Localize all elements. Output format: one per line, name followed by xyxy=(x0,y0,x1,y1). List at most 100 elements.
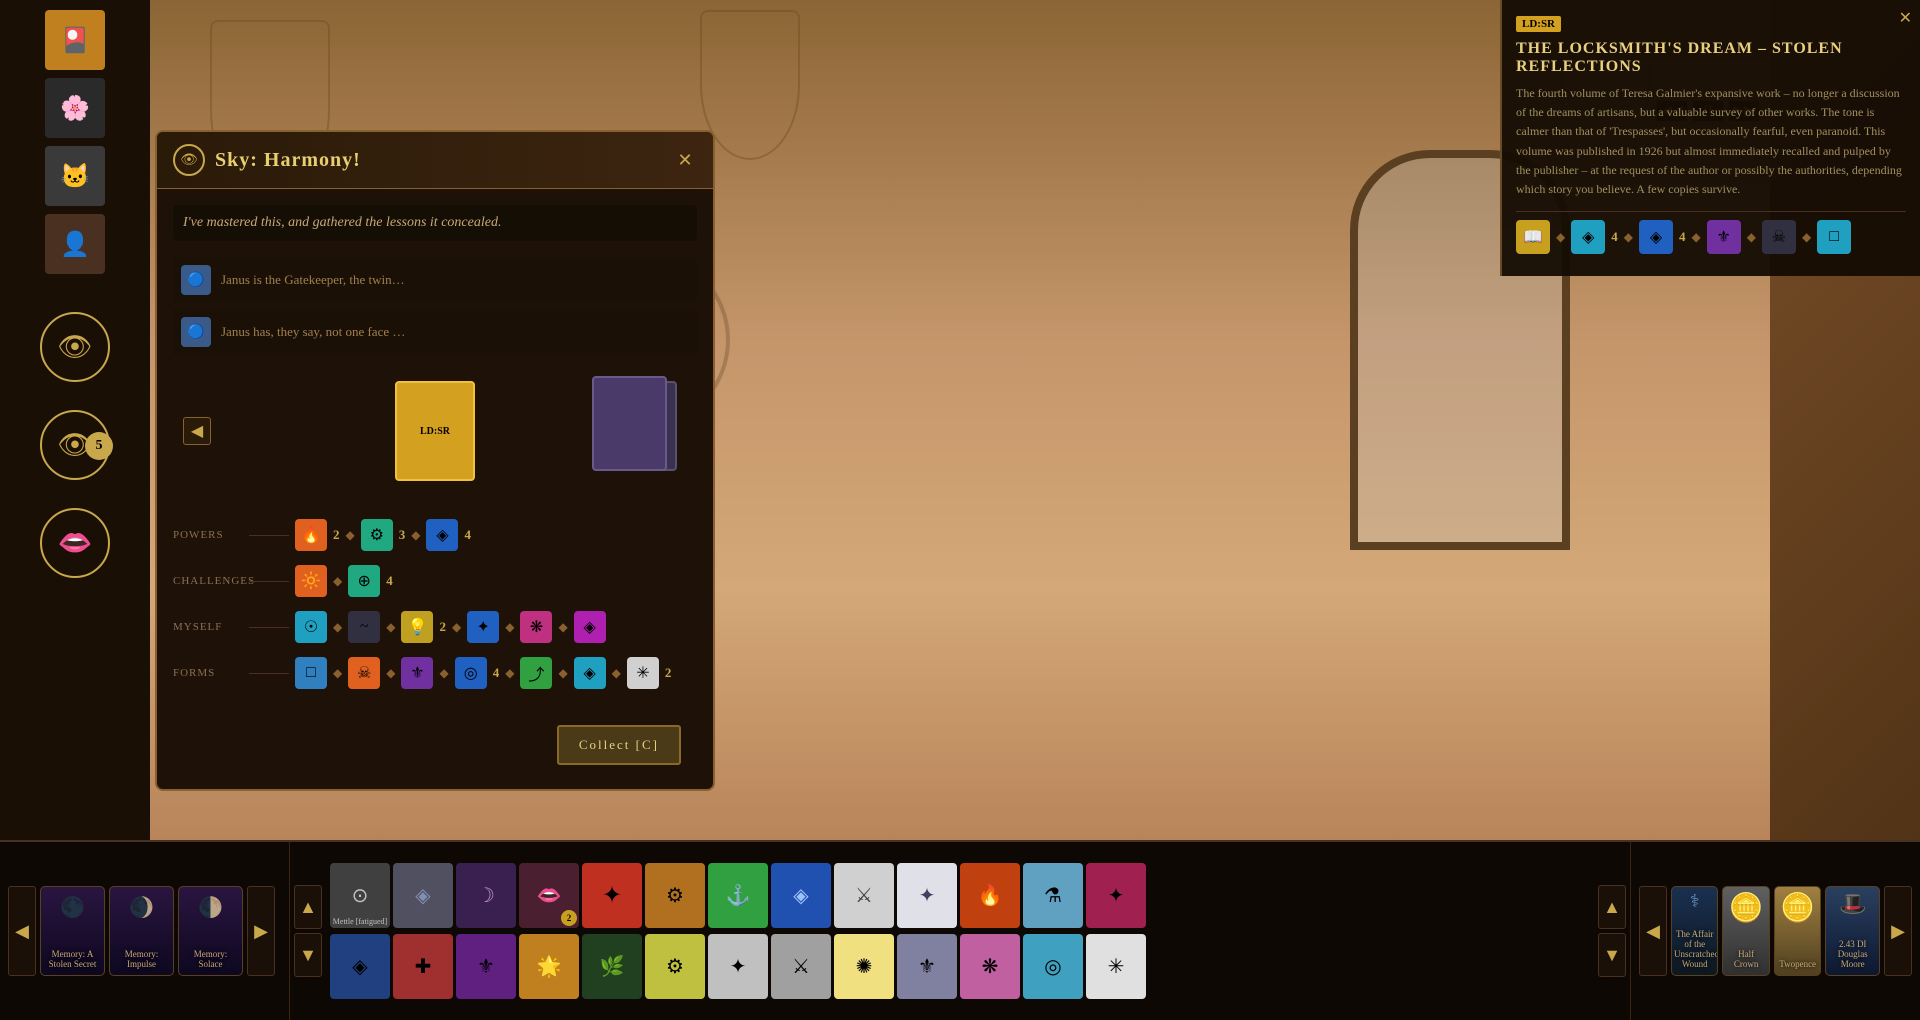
forms-icon-3: ⚜ xyxy=(401,657,433,689)
lesson-icon-1: 🔵 xyxy=(181,265,211,295)
challenges-icon-2: ⊕ xyxy=(348,565,380,597)
lockworks-icon[interactable]: ⚙ xyxy=(645,863,705,928)
purifications-icon[interactable]: ✦ xyxy=(897,863,957,928)
memory-card-1[interactable]: 🌑 Memory: A Stolen Secret xyxy=(40,886,105,976)
forms-num-1: 4 xyxy=(493,665,500,681)
scroll-up-btn-r[interactable]: ▲ xyxy=(1598,885,1626,929)
info-panel-label: LD:SR xyxy=(1516,16,1561,32)
bottom-icon-11[interactable]: ❋ xyxy=(960,934,1020,999)
myself-label: Myself xyxy=(173,621,243,633)
pyroglyphics-icon[interactable]: 🔥 xyxy=(960,863,1020,928)
bottom-icon-3[interactable]: ⚜ xyxy=(456,934,516,999)
bottom-icon-10[interactable]: ⚜ xyxy=(897,934,957,999)
bottom-right-nav-left[interactable]: ▶ xyxy=(247,886,275,976)
bottom-icon-13[interactable]: ✳ xyxy=(1086,934,1146,999)
myself-divider xyxy=(249,627,289,628)
badge-count: 5 xyxy=(85,432,113,460)
sharps-icon[interactable]: ⚔ xyxy=(834,863,894,928)
glassblowing-icon[interactable]: ⚗ xyxy=(1023,863,1083,928)
shapt-icon[interactable]: 👄 2 xyxy=(519,863,579,928)
dialog-close-btn[interactable]: ✕ xyxy=(673,148,697,172)
tridesma-icon[interactable]: ✦ xyxy=(582,863,642,928)
scroll-up-btn[interactable]: ▲ xyxy=(294,885,322,929)
powers-num-1: 2 xyxy=(333,527,340,543)
challenges-divider xyxy=(249,581,289,582)
info-panel-close[interactable]: ✕ xyxy=(1899,8,1912,28)
bottom-icon-2[interactable]: ✚ xyxy=(393,934,453,999)
bottom-left-nav[interactable]: ◀ xyxy=(8,886,36,976)
book-card-back xyxy=(592,376,667,471)
memory-label-1: Memory: A Stolen Secret xyxy=(41,947,104,971)
bottom-bar: ◀ 🌑 Memory: A Stolen Secret 🌒 Memory: Im… xyxy=(0,840,1920,1020)
scroll-down-btn-r[interactable]: ▼ xyxy=(1598,933,1626,977)
pentiments-icon[interactable]: ✦ xyxy=(1086,863,1146,928)
forms-icon-1: □ xyxy=(295,657,327,689)
book-card-label: LD:SR xyxy=(420,426,450,437)
info-panel-text: The fourth volume of Teresa Galmier's ex… xyxy=(1516,84,1906,199)
dialog-eye-icon: 👁 xyxy=(173,144,205,176)
right-card-2[interactable]: 🪙 Half Crown xyxy=(1722,886,1769,976)
myself-icon-1: ☉ xyxy=(295,611,327,643)
collect-button[interactable]: Collect [C] xyxy=(557,725,681,765)
forms-label: Forms xyxy=(173,667,243,679)
sidebar-card-3[interactable]: 🐱 xyxy=(45,146,105,206)
info-panel-title: The Locksmith's Dream – Stolen Reflectio… xyxy=(1516,40,1906,76)
right-card-3[interactable]: 🪙 Twopence xyxy=(1774,886,1821,976)
info-icon-4: ⚜ xyxy=(1707,220,1741,254)
info-icon-5: ☠ xyxy=(1762,220,1796,254)
bottom-icon-5[interactable]: 🌿 xyxy=(582,934,642,999)
powers-icon-2: ⚙ xyxy=(361,519,393,551)
powers-divider xyxy=(249,535,289,536)
bottom-icon-8[interactable]: ⚔ xyxy=(771,934,831,999)
sidebar-card-4[interactable]: 👤 xyxy=(45,214,105,274)
ouranoscopy-icon[interactable]: ◈ xyxy=(771,863,831,928)
challenges-label: Challenges xyxy=(173,575,243,587)
dialog-lesson-1: 🔵 Janus is the Gatekeeper, the twin… xyxy=(173,257,697,303)
bottom-icon-12[interactable]: ◎ xyxy=(1023,934,1083,999)
info-num-1: 4 xyxy=(1611,229,1618,245)
bottom-icon-7[interactable]: ✦ xyxy=(708,934,768,999)
eye-button[interactable]: 👁 xyxy=(40,312,110,382)
info-icon-3: ◈ xyxy=(1639,220,1673,254)
info-icon-1: 📖 xyxy=(1516,220,1550,254)
memory-card-3[interactable]: 🌓 Memory: Solace xyxy=(178,886,243,976)
right-card-4[interactable]: 🎩 2.43 DI Douglas Moore xyxy=(1825,886,1880,976)
book-card[interactable]: LD:SR xyxy=(395,381,475,481)
mettle-label: Mettle [fatigued] xyxy=(333,917,387,926)
dialog-body: I've mastered this, and gathered the les… xyxy=(157,189,713,517)
lesson-icon-2: 🔵 xyxy=(181,317,211,347)
info-num-2: 4 xyxy=(1679,229,1686,245)
left-sidebar: 🎴 🌸 🐱 👤 👁 5 👁 👄 xyxy=(0,0,150,840)
prev-card-btn[interactable]: ◀ xyxy=(183,417,211,445)
ereb-icon[interactable]: ☽ xyxy=(456,863,516,928)
memory-label-2: Memory: Impulse xyxy=(110,947,173,971)
henavek-icon[interactable]: ⚓ xyxy=(708,863,768,928)
info-icons-row: 📖 ◆ ◈ 4 ◆ ◈ 4 ◆ ⚜ ◆ ☠ ◆ □ xyxy=(1516,211,1906,262)
bottom-icon-9[interactable]: ✺ xyxy=(834,934,894,999)
bottom-right-nav-2[interactable]: ◀ xyxy=(1639,886,1667,976)
bottom-icon-6[interactable]: ⚙ xyxy=(645,934,705,999)
right-center-nav: ▲ ▼ xyxy=(1594,885,1630,977)
challenges-row: Challenges 🔆 ◆ ⊕ 4 xyxy=(173,563,697,599)
sidebar-card-2[interactable]: 🌸 xyxy=(45,78,105,138)
wist-icon[interactable]: ◈ xyxy=(393,863,453,928)
bottom-right-section: ◀ ⚕ The Affair of the Unscratched Wound … xyxy=(1630,842,1920,1020)
dialog-header: 👁 Sky: Harmony! ✕ xyxy=(157,132,713,189)
forms-icon-4: ◎ xyxy=(455,657,487,689)
main-items-area: ⊙Mettle [fatigued] ◈ ☽ 👄 2 ✦ ⚙ ⚓ ◈ ⚔ ✦ 🔥… xyxy=(326,842,1594,1020)
right-label-2: Half Crown xyxy=(1723,947,1768,971)
bottom-icon-1[interactable]: ◈ xyxy=(330,934,390,999)
card-display-area: ◀ LD:SR & diary xyxy=(173,361,697,501)
myself-icon-5: ❋ xyxy=(520,611,552,643)
info-icon-6: □ xyxy=(1817,220,1851,254)
right-label-1: The Affair of the Unscratched Wound xyxy=(1672,927,1717,971)
memory-card-2[interactable]: 🌒 Memory: Impulse xyxy=(109,886,174,976)
bottom-icon-4[interactable]: 🌟 xyxy=(519,934,579,999)
lesson-text-2: Janus has, they say, not one face … xyxy=(221,324,405,340)
scroll-down-btn[interactable]: ▼ xyxy=(294,933,322,977)
right-card-1[interactable]: ⚕ The Affair of the Unscratched Wound xyxy=(1671,886,1718,976)
bottom-far-right-nav[interactable]: ▶ xyxy=(1884,886,1912,976)
lip-button[interactable]: 👄 xyxy=(40,508,110,578)
sidebar-card-1[interactable]: 🎴 xyxy=(45,10,105,70)
mettle-icon[interactable]: ⊙Mettle [fatigued] xyxy=(330,863,390,928)
